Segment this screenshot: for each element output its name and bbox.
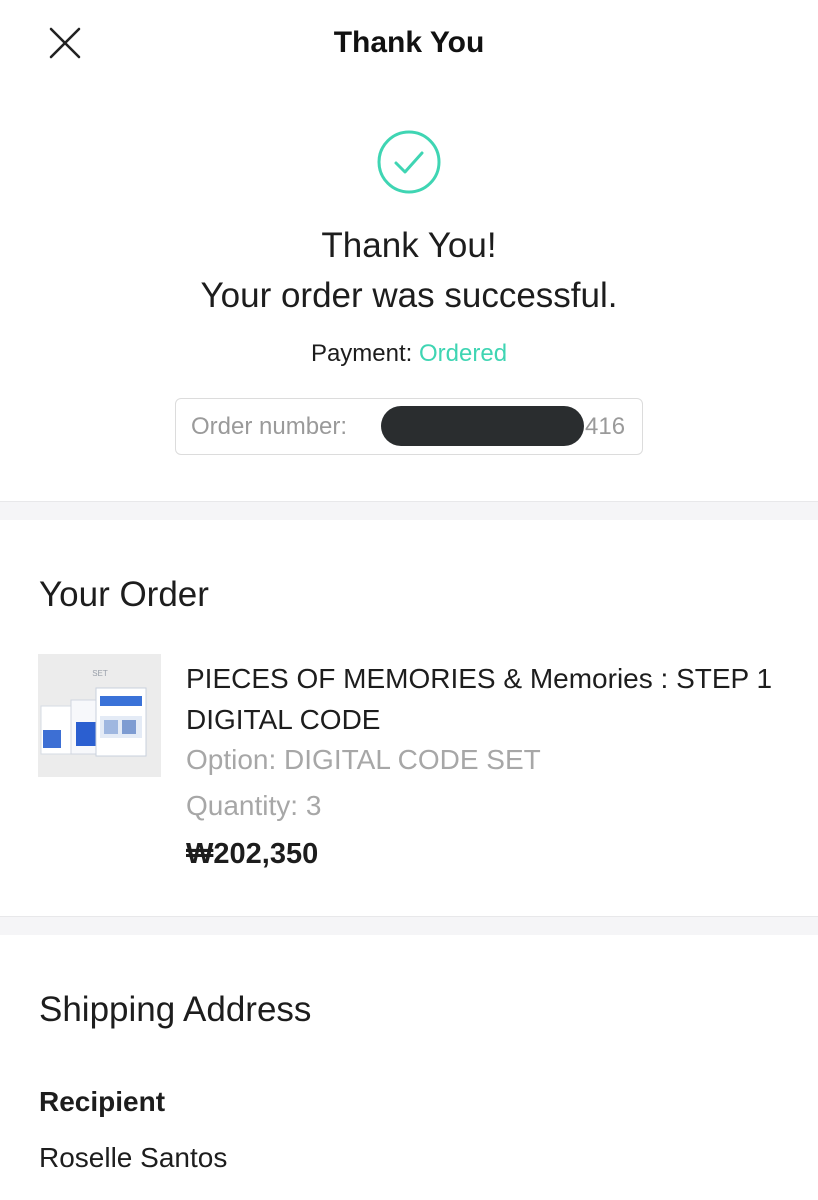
product-option: Option: DIGITAL CODE SET bbox=[186, 744, 541, 775]
product-image-caption: SET bbox=[92, 669, 108, 678]
product-thumbnail[interactable]: SET bbox=[38, 654, 161, 777]
payment-status-value: Ordered bbox=[419, 340, 508, 367]
header-bar: Thank You bbox=[0, 0, 818, 88]
order-number-box: Order number: 416 bbox=[175, 398, 643, 455]
order-number-redaction bbox=[381, 406, 584, 446]
shipping-address-title: Shipping Address bbox=[39, 990, 312, 1029]
thank-you-heading: Thank You! bbox=[321, 226, 497, 265]
product-name[interactable]: PIECES OF MEMORIES & Memories : STEP 1 D… bbox=[186, 658, 786, 740]
recipient-label: Recipient bbox=[39, 1086, 166, 1117]
success-check-icon bbox=[376, 129, 442, 195]
product-quantity: Quantity: 3 bbox=[186, 790, 322, 821]
payment-label: Payment: bbox=[310, 340, 413, 367]
page-title: Thank You bbox=[333, 26, 485, 59]
your-order-title: Your Order bbox=[39, 575, 209, 614]
section-divider bbox=[0, 501, 818, 520]
order-number-label: Order number: bbox=[191, 413, 348, 440]
payment-status-line: Payment: Ordered bbox=[0, 340, 818, 368]
section-divider bbox=[0, 916, 818, 935]
recipient-name: Roselle Santos bbox=[39, 1142, 228, 1173]
order-number-suffix: 416 bbox=[585, 413, 626, 440]
order-success-message: Your order was successful. bbox=[200, 276, 618, 315]
product-price: ₩202,350 bbox=[186, 838, 319, 870]
